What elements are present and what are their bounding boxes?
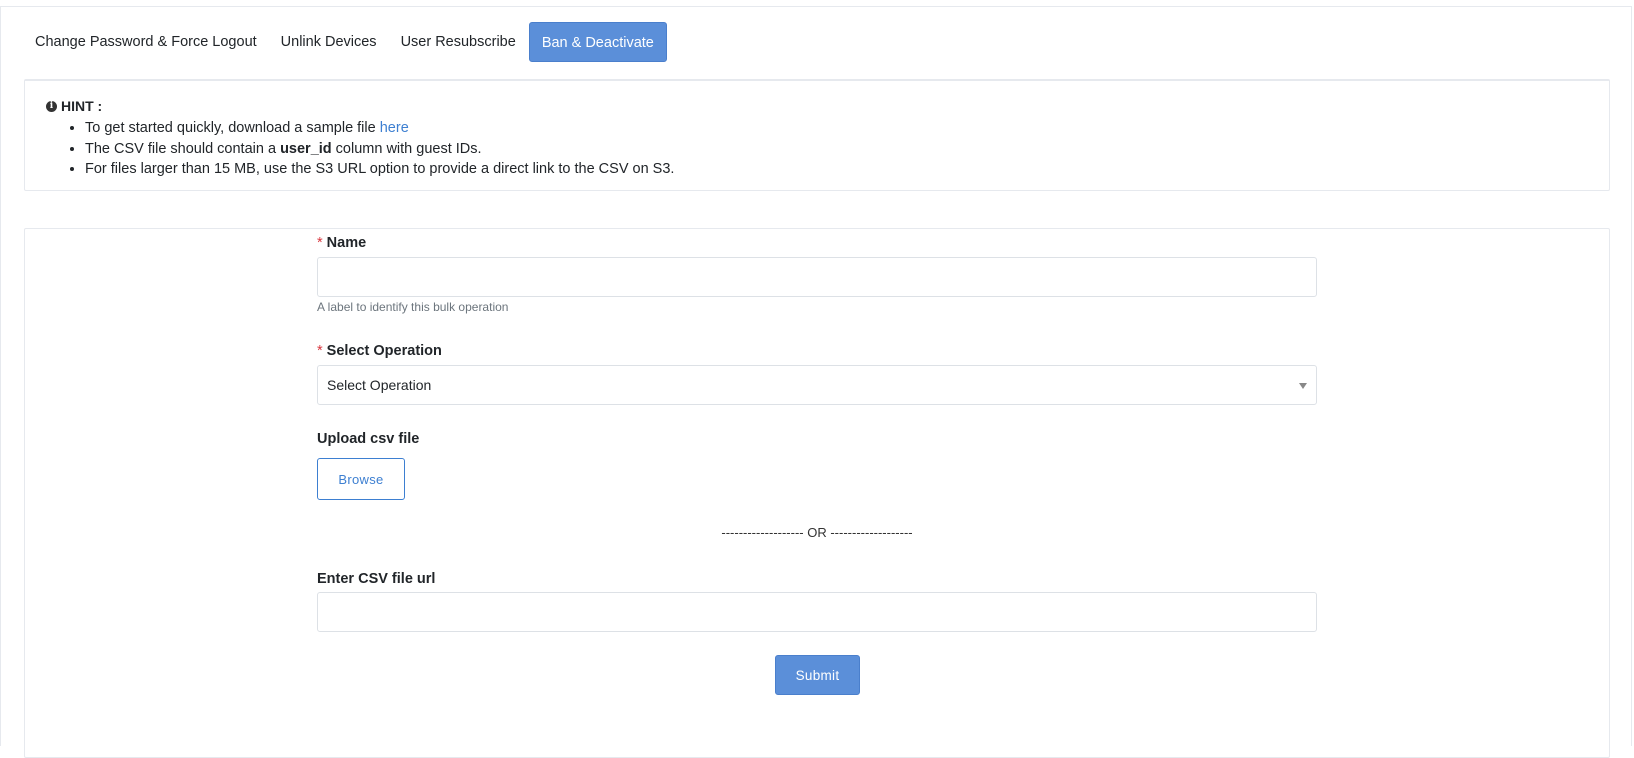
info-circle-icon: i xyxy=(46,100,57,112)
required-marker: * xyxy=(317,343,323,359)
tab-ban-deactivate[interactable]: Ban & Deactivate xyxy=(528,22,667,62)
hint-title-text: HINT : xyxy=(61,98,103,114)
name-label: * Name xyxy=(317,235,366,251)
tab-change-password-force-logout[interactable]: Change Password & Force Logout xyxy=(23,22,269,62)
upload-label: Upload csv file xyxy=(317,431,420,447)
or-divider: ------------------- OR -----------------… xyxy=(721,525,913,540)
hint-item-s3: For files larger than 15 MB, use the S3 … xyxy=(85,159,674,180)
tab-unlink-devices[interactable]: Unlink Devices xyxy=(269,22,389,62)
operation-select[interactable]: Select Operation xyxy=(317,365,1317,405)
hint-item-bold: user_id xyxy=(280,140,332,157)
caret-down-icon xyxy=(1299,383,1307,389)
tab-user-resubscribe[interactable]: User Resubscribe xyxy=(389,22,528,62)
name-helper-text: A label to identify this bulk operation xyxy=(317,300,509,314)
operation-label-text: Select Operation xyxy=(326,343,442,359)
name-input[interactable] xyxy=(317,257,1317,297)
page-container: Change Password & Force Logout Unlink De… xyxy=(0,6,1632,758)
tab-bar: Change Password & Force Logout Unlink De… xyxy=(23,22,667,62)
hint-item-sample-file: To get started quickly, download a sampl… xyxy=(85,118,674,139)
hint-title: i HINT : xyxy=(46,98,102,114)
hint-panel: i HINT : To get started quickly, downloa… xyxy=(24,79,1610,191)
csv-url-label: Enter CSV file url xyxy=(317,571,436,587)
submit-button[interactable]: Submit xyxy=(775,655,860,695)
hint-item-text: To get started quickly, download a sampl… xyxy=(85,120,380,136)
hint-item-user-id: The CSV file should contain a user_id co… xyxy=(85,139,674,160)
name-label-text: Name xyxy=(326,235,367,251)
hint-list: To get started quickly, download a sampl… xyxy=(65,118,674,180)
hint-item-text: The CSV file should contain a xyxy=(85,140,281,157)
csv-url-input[interactable] xyxy=(317,592,1317,632)
operation-select-value: Select Operation xyxy=(327,377,432,393)
operation-label: * Select Operation xyxy=(317,343,442,359)
browse-button[interactable]: Browse xyxy=(317,458,405,500)
hint-item-text: For files larger than 15 MB, use the S3 … xyxy=(85,161,675,177)
required-marker: * xyxy=(317,235,323,251)
hint-item-text: column with guest IDs. xyxy=(331,140,482,157)
sample-file-link[interactable]: here xyxy=(380,120,409,136)
